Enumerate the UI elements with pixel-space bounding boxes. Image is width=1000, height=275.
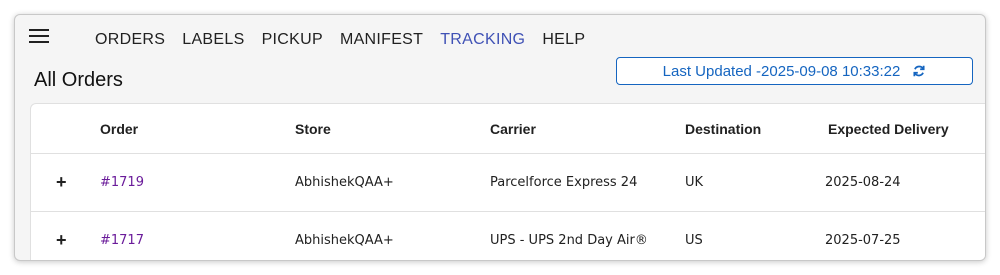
header-order[interactable]: Order — [100, 121, 138, 137]
table-row[interactable]: + #1717 AbhishekQAA+ UPS - UPS 2nd Day A… — [31, 212, 985, 260]
last-updated-label: Last Updated -2025-09-08 10:33:22 — [662, 62, 901, 80]
top-nav: ORDERS LABELS PICKUP MANIFEST TRACKING H… — [95, 31, 602, 49]
header-destination[interactable]: Destination — [685, 121, 761, 137]
hamburger-menu-icon[interactable] — [29, 29, 49, 45]
store-cell: AbhishekQAA+ — [295, 233, 394, 248]
header-carrier[interactable]: Carrier — [490, 121, 536, 137]
nav-orders[interactable]: ORDERS — [95, 31, 165, 49]
nav-pickup[interactable]: PICKUP — [262, 31, 323, 49]
carrier-cell: UPS - UPS 2nd Day Air® — [490, 233, 648, 248]
header-expected-delivery[interactable]: Expected Delivery — [828, 121, 949, 137]
expand-row-icon[interactable]: + — [56, 172, 67, 193]
nav-manifest[interactable]: MANIFEST — [340, 31, 423, 49]
app-window: ORDERS LABELS PICKUP MANIFEST TRACKING H… — [14, 14, 986, 261]
order-link[interactable]: #1717 — [100, 233, 144, 248]
refresh-icon — [912, 64, 926, 78]
expand-row-icon[interactable]: + — [56, 230, 67, 251]
expected-delivery-cell: 2025-07-25 — [825, 233, 901, 248]
last-updated-refresh-button[interactable]: Last Updated -2025-09-08 10:33:22 — [616, 57, 973, 85]
order-link[interactable]: #1719 — [100, 175, 144, 190]
page-title: All Orders — [34, 69, 123, 91]
nav-tracking[interactable]: TRACKING — [440, 31, 525, 49]
destination-cell: UK — [685, 175, 704, 190]
destination-cell: US — [685, 233, 703, 248]
carrier-cell: Parcelforce Express 24 — [490, 175, 638, 190]
store-cell: AbhishekQAA+ — [295, 175, 394, 190]
nav-help[interactable]: HELP — [542, 31, 585, 49]
table-row[interactable]: + #1719 AbhishekQAA+ Parcelforce Express… — [31, 154, 985, 212]
expected-delivery-cell: 2025-08-24 — [825, 175, 901, 190]
header-store[interactable]: Store — [295, 121, 331, 137]
orders-table: Order Store Carrier Destination Expected… — [30, 103, 985, 260]
nav-labels[interactable]: LABELS — [182, 31, 244, 49]
table-header: Order Store Carrier Destination Expected… — [31, 104, 985, 154]
